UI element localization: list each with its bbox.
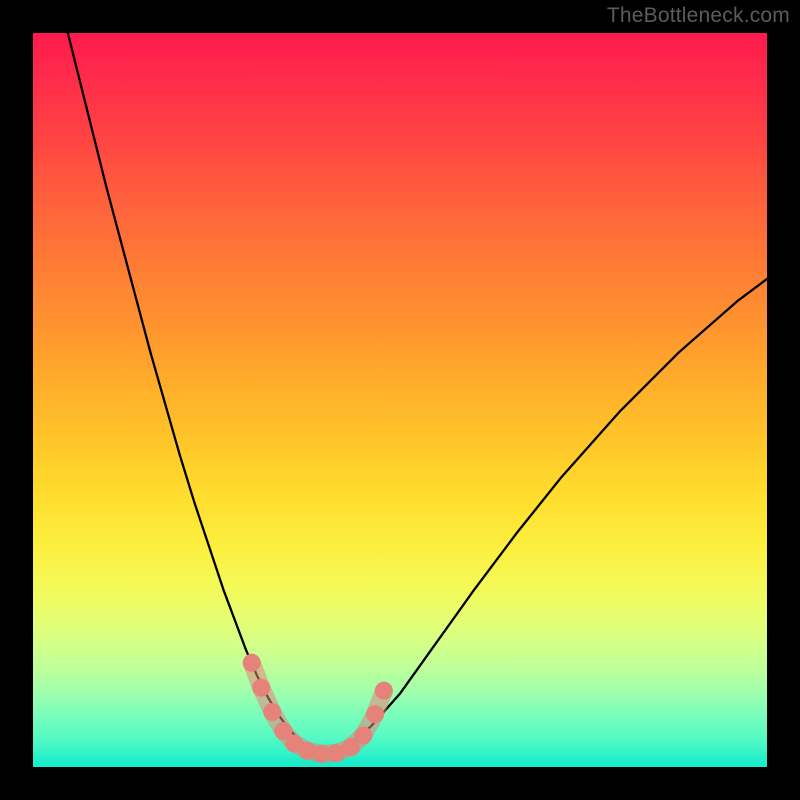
chart-svg xyxy=(33,33,767,767)
watermark-text: TheBottleneck.com xyxy=(607,4,790,28)
marker-dot xyxy=(375,682,393,700)
curve-markers xyxy=(243,654,393,763)
chart-frame: TheBottleneck.com xyxy=(0,0,800,800)
bottleneck-curve xyxy=(62,33,767,752)
marker-dot xyxy=(252,679,270,697)
marker-dot xyxy=(366,705,384,723)
plot-area xyxy=(33,33,767,767)
marker-dot xyxy=(243,654,261,672)
marker-dot xyxy=(263,703,281,721)
marker-dot xyxy=(354,726,372,744)
